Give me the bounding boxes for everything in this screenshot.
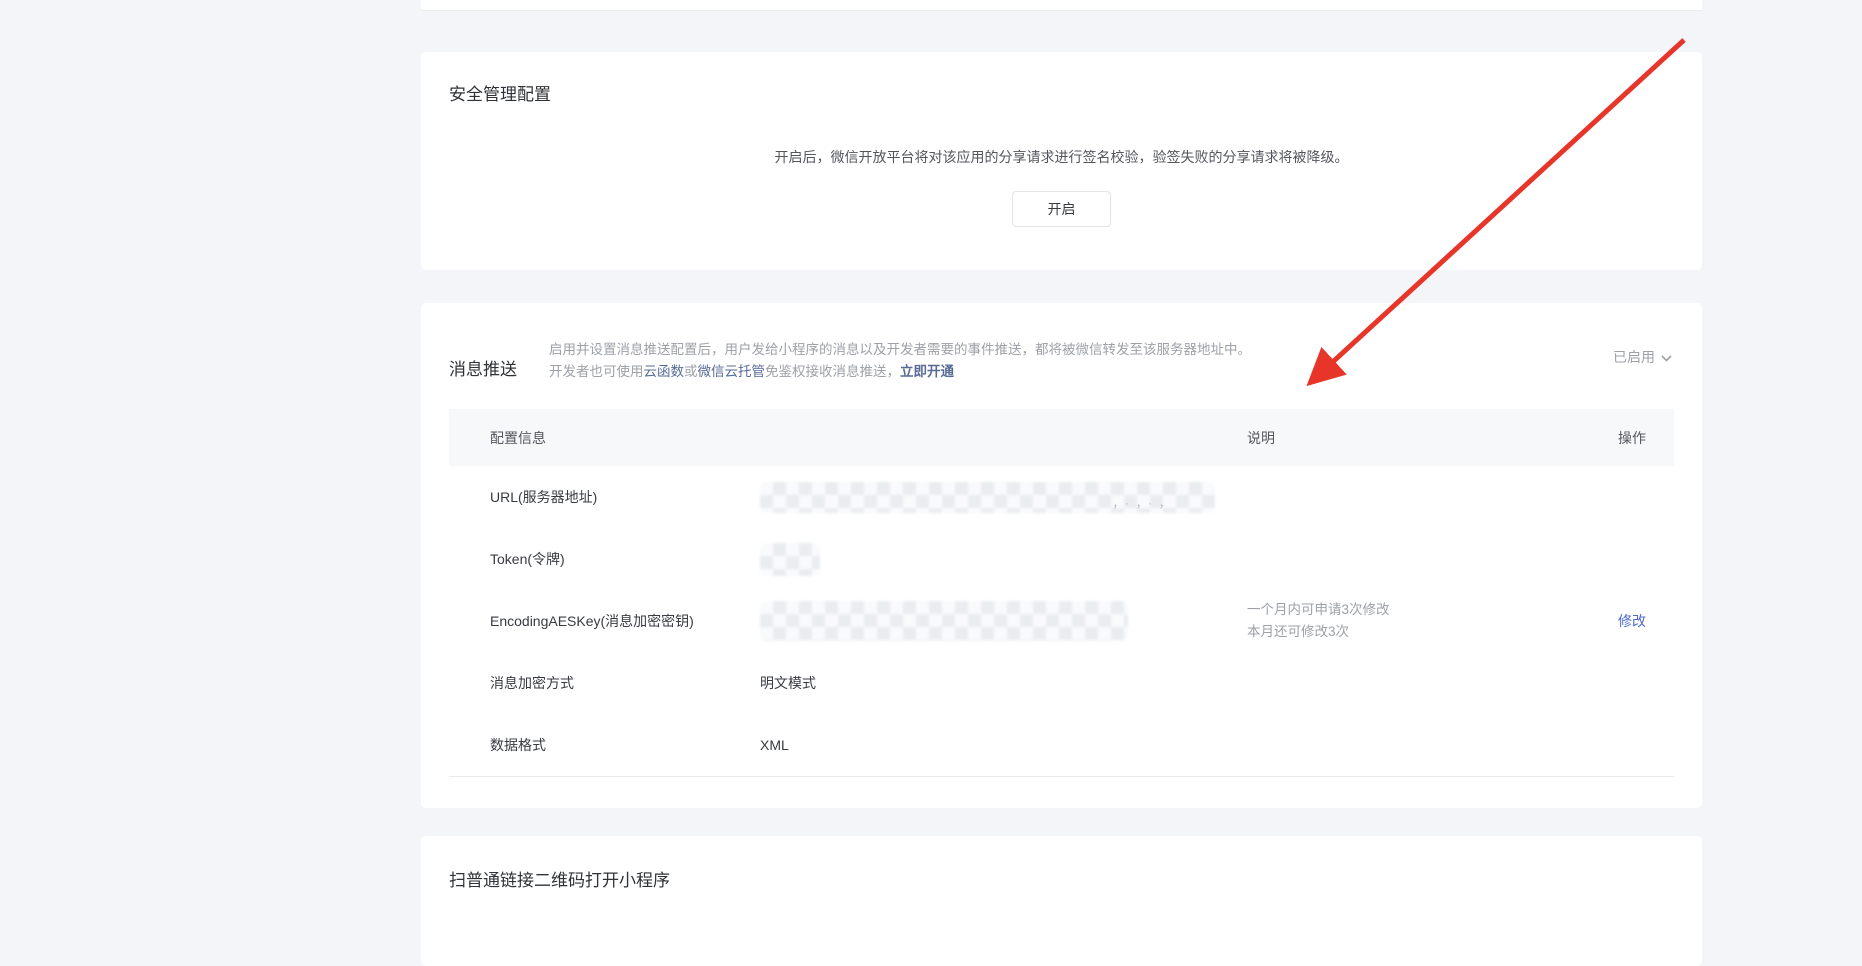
header-config-info: 配置信息 [449,428,760,448]
config-table: 配置信息 说明 操作 URL(服务器地址) ，·，·， Token(令牌) En… [449,409,1674,777]
status-dropdown-label: 已启用 [1613,347,1655,367]
redaction-artifact: ，·，·， [1113,495,1177,511]
note-line2: 本月还可修改3次 [1247,621,1554,643]
row-value: ，·，·， [760,482,1247,513]
redacted-aeskey-value [760,601,1128,641]
status-dropdown[interactable]: 已启用 [1613,347,1672,367]
config-row-url: URL(服务器地址) ，·，·， [449,466,1674,528]
previous-card-bottom-edge [421,0,1702,11]
header-action: 操作 [1554,428,1674,448]
config-row-encoding-aeskey: EncodingAESKey(消息加密密钥) 一个月内可申请3次修改 本月还可修… [449,590,1674,652]
cloud-function-link[interactable]: 云函数 [644,364,685,379]
header-note: 说明 [1247,428,1554,448]
config-row-encrypt-mode: 消息加密方式 明文模式 [449,652,1674,714]
cloud-hosting-link[interactable]: 微信云托管 [698,364,766,379]
security-card-title: 安全管理配置 [421,52,1702,105]
config-row-token: Token(令牌) [449,528,1674,590]
table-header-row: 配置信息 说明 操作 [449,409,1674,466]
row-label: 消息加密方式 [449,673,760,693]
row-value [760,601,1247,641]
push-description-line1: 启用并设置消息推送配置后，用户发给小程序的消息以及开发者需要的事件推送，都将被微… [549,339,1251,361]
row-note: 一个月内可申请3次修改 本月还可修改3次 [1247,599,1554,643]
config-row-data-format: 数据格式 XML [449,714,1674,776]
push-desc-prefix: 开发者也可使用 [549,364,644,379]
push-description-line2: 开发者也可使用云函数或微信云托管免鉴权接收消息推送，立即开通 [549,361,1251,383]
note-line1: 一个月内可申请3次修改 [1247,599,1554,621]
row-label: 数据格式 [449,735,760,755]
message-push-title: 消息推送 [449,355,517,380]
settings-page: { "colors": { "page_bg": "#f3f5f8", "car… [0,0,1862,905]
chevron-down-icon [1661,349,1672,365]
security-card-description: 开启后，微信开放平台将对该应用的分享请求进行签名校验，验签失败的分享请求将被降级… [421,147,1702,167]
message-push-header: 消息推送 启用并设置消息推送配置后，用户发给小程序的消息以及开发者需要的事件推送… [421,303,1702,383]
activate-now-link[interactable]: 立即开通 [900,364,954,379]
push-desc-or: 或 [684,364,698,379]
row-value [760,543,1247,576]
qr-card-title: 扫普通链接二维码打开小程序 [421,836,1702,891]
message-push-description: 启用并设置消息推送配置后，用户发给小程序的消息以及开发者需要的事件推送，都将被微… [549,339,1251,383]
push-desc-suffix: 免鉴权接收消息推送， [765,364,900,379]
row-value: XML [760,737,1247,753]
security-management-card: 安全管理配置 开启后，微信开放平台将对该应用的分享请求进行签名校验，验签失败的分… [421,52,1702,270]
row-label: EncodingAESKey(消息加密密钥) [449,611,760,631]
enable-button[interactable]: 开启 [1012,191,1111,227]
modify-link[interactable]: 修改 [1618,613,1646,629]
qr-link-card: 扫普通链接二维码打开小程序 [421,836,1702,966]
redacted-token-value [760,543,820,576]
row-label: URL(服务器地址) [449,487,760,507]
row-value: 明文模式 [760,673,1247,693]
message-push-card: 消息推送 启用并设置消息推送配置后，用户发给小程序的消息以及开发者需要的事件推送… [421,303,1702,808]
row-label: Token(令牌) [449,549,760,569]
